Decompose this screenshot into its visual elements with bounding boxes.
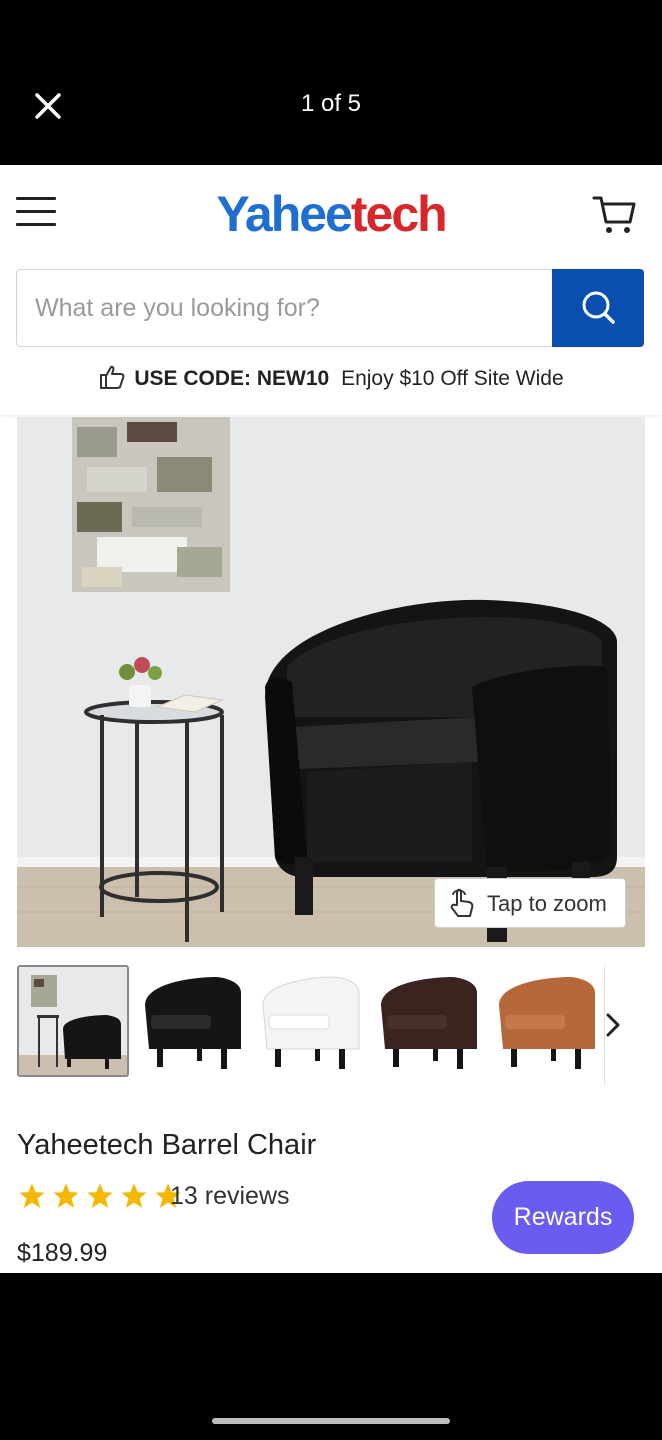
thumbs-up-icon — [100, 365, 125, 389]
site-header: Yaheetech USE CODE: NEW10 Enjoy $10 Off … — [0, 165, 662, 415]
logo-text-red: tech — [350, 186, 448, 242]
thumbnail-tan-chair[interactable] — [491, 965, 603, 1077]
cart-icon[interactable] — [590, 190, 638, 238]
web-page: Yaheetech USE CODE: NEW10 Enjoy $10 Off … — [0, 165, 662, 1273]
star-icon — [87, 1183, 113, 1208]
site-logo[interactable]: Yaheetech — [0, 185, 662, 243]
logo-text-blue: Yahee — [216, 186, 353, 242]
thumbnail-white-chair[interactable] — [255, 965, 367, 1077]
thumbnail-black-chair[interactable] — [137, 965, 249, 1077]
product-main-image[interactable]: Tap to zoom — [17, 417, 645, 947]
star-icon — [19, 1183, 45, 1208]
thumbnail-room-scene[interactable] — [17, 965, 129, 1077]
rewards-button[interactable]: Rewards — [492, 1181, 634, 1254]
search-input[interactable] — [17, 270, 553, 346]
barrel-chair-room-image — [17, 417, 645, 947]
promo-banner: USE CODE: NEW10 Enjoy $10 Off Site Wide — [0, 363, 662, 391]
thumbnail-brown-chair[interactable] — [373, 965, 485, 1077]
wall-painting — [72, 417, 230, 592]
thumbnail-strip — [17, 965, 617, 1085]
star-icon — [53, 1183, 79, 1208]
viewer-top-bar: 1 of 5 — [0, 0, 662, 165]
search-bar — [16, 269, 644, 347]
product-price: $189.99 — [17, 1239, 108, 1267]
tap-to-zoom-label: Tap to zoom — [487, 891, 607, 916]
promo-text: Enjoy $10 Off Site Wide — [341, 367, 564, 390]
chevron-right-icon[interactable] — [598, 1007, 628, 1043]
image-counter: 1 of 5 — [300, 90, 362, 117]
home-indicator[interactable] — [212, 1418, 450, 1424]
reviews-count-link[interactable]: 13 reviews — [170, 1182, 290, 1211]
tap-hand-icon — [450, 888, 474, 917]
promo-code: USE CODE: NEW10 — [134, 367, 330, 390]
search-button[interactable] — [552, 269, 644, 347]
star-icon — [121, 1183, 147, 1208]
product-title: Yaheetech Barrel Chair — [17, 1129, 317, 1161]
search-icon — [582, 291, 615, 324]
tap-to-zoom-button[interactable]: Tap to zoom — [434, 878, 626, 928]
